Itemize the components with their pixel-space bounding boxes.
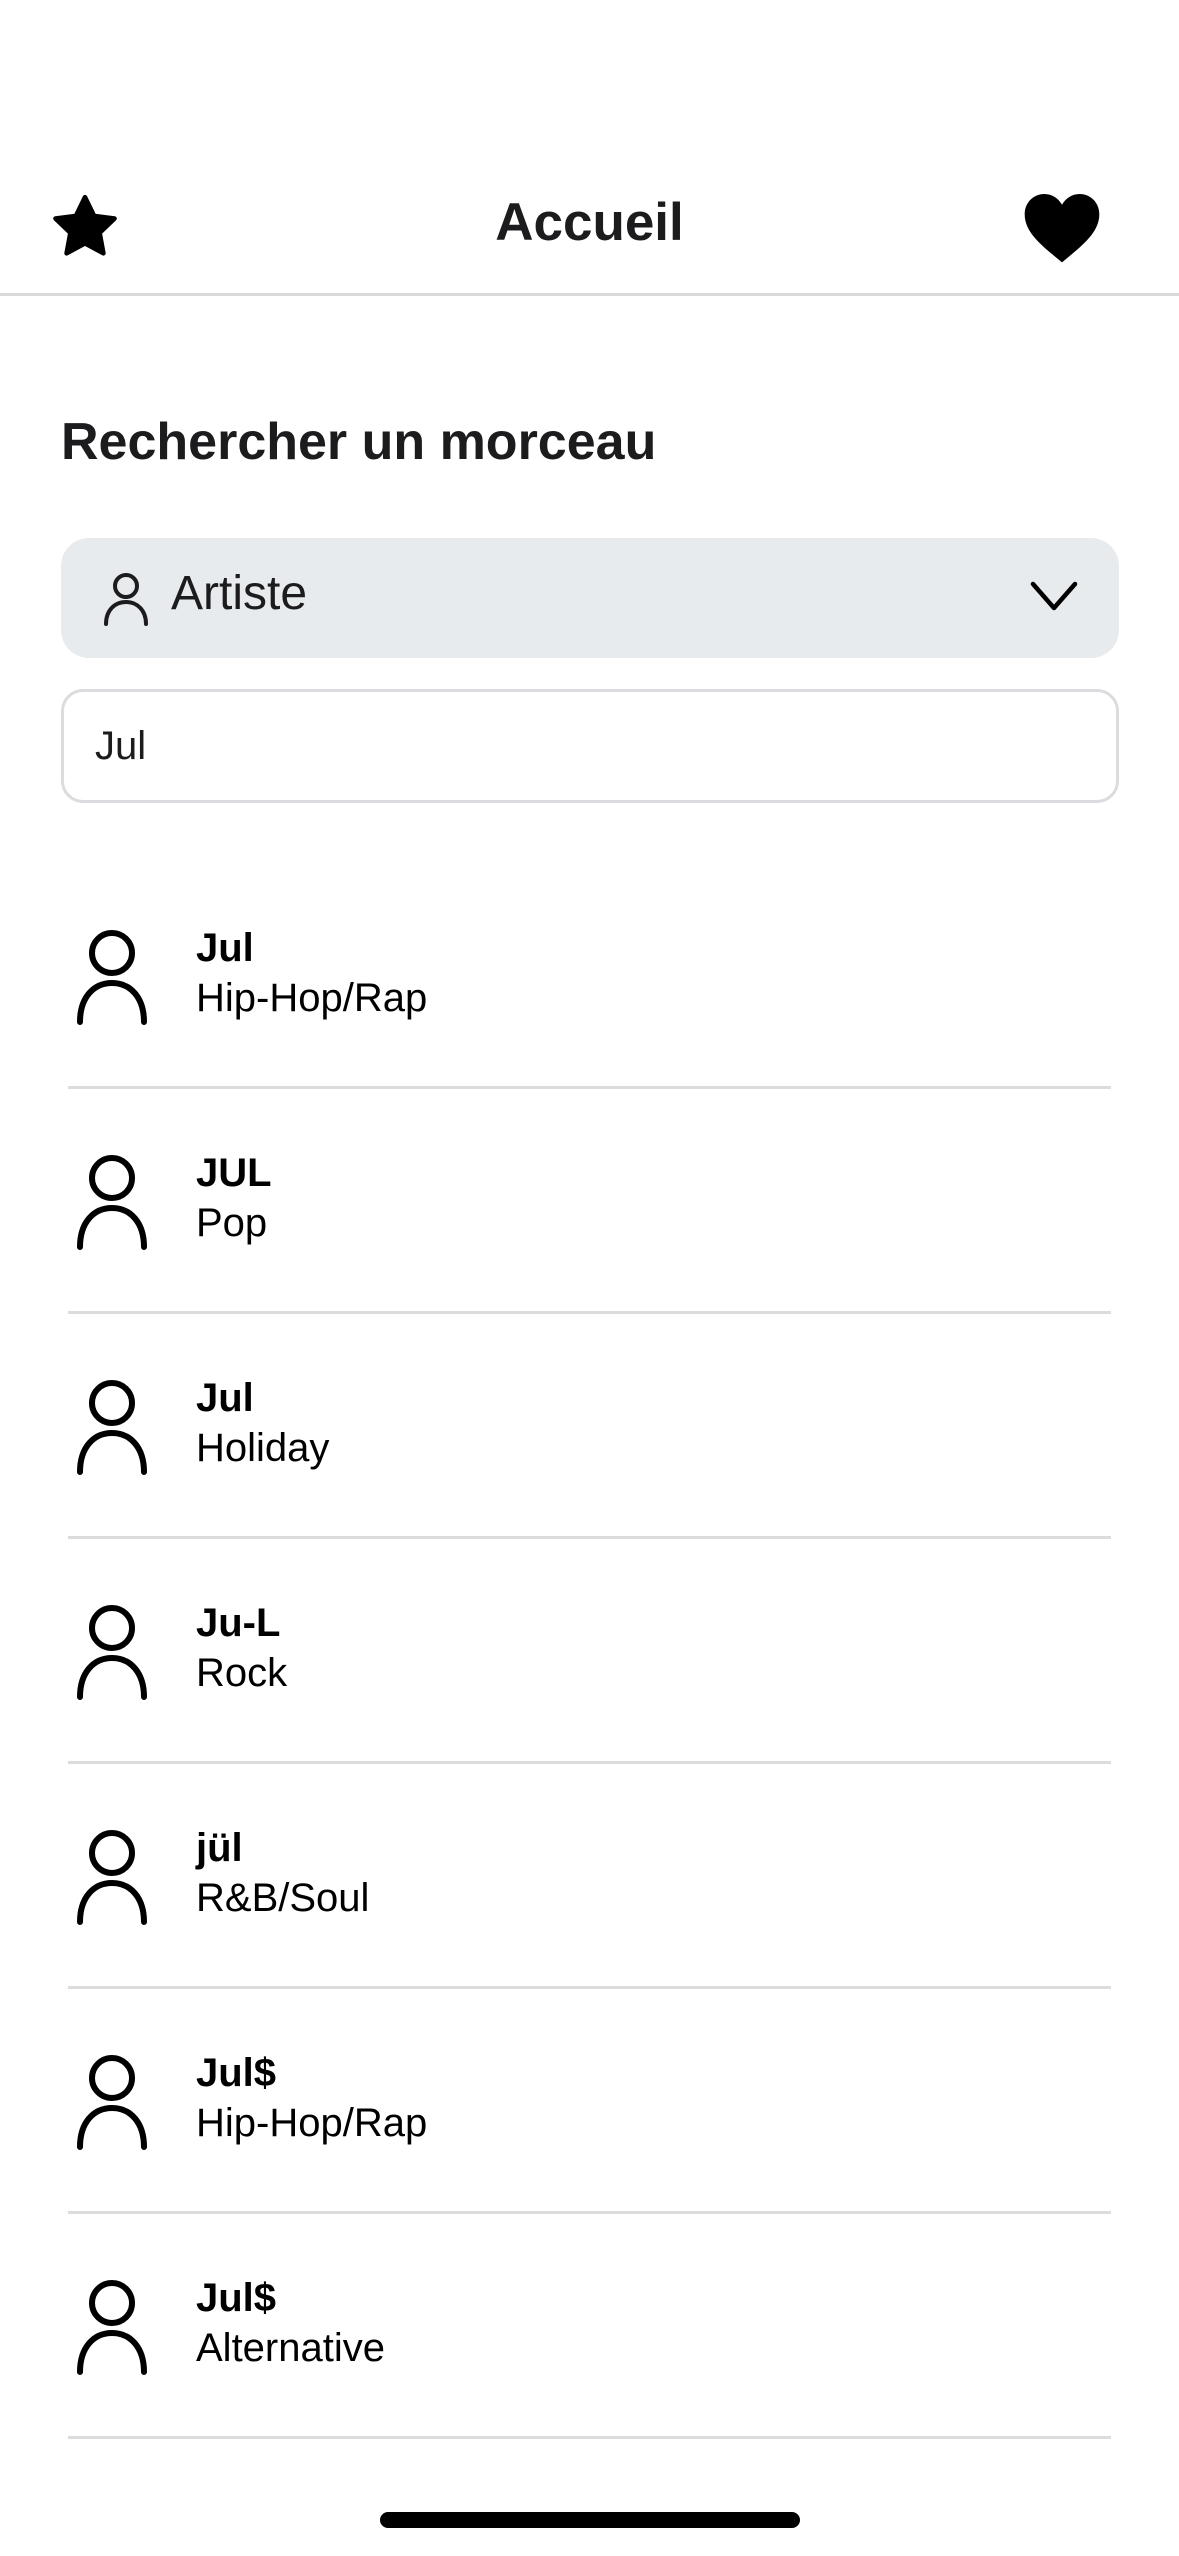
person-icon	[77, 2280, 147, 2375]
person-icon	[77, 930, 147, 1025]
person-icon	[77, 1605, 147, 1700]
artist-genre: Hip-Hop/Rap	[196, 976, 428, 1020]
person-icon	[77, 1830, 147, 1925]
artist-name: JUL	[196, 1151, 272, 1195]
list-item[interactable]: JUL Pop	[0, 1088, 1179, 1314]
list-item[interactable]: Ju-L Rock	[0, 1538, 1179, 1764]
chevron-down-icon	[1030, 581, 1078, 611]
page-title: Accueil	[495, 193, 684, 252]
artist-genre: Alternative	[196, 2326, 385, 2370]
picker-selected-value: Artiste	[171, 567, 308, 620]
section-title: Rechercher un morceau	[61, 413, 657, 471]
person-icon	[77, 1155, 147, 1250]
list-item[interactable]: Jul Holiday	[0, 1313, 1179, 1539]
artist-name: Jul	[196, 1376, 254, 1420]
artist-genre: Holiday	[196, 1426, 330, 1470]
artist-genre: R&B/Soul	[196, 1876, 370, 1920]
list-item[interactable]: jül R&B/Soul	[0, 1763, 1179, 1989]
person-icon	[104, 573, 148, 626]
list-item[interactable]: Jul$ Hip-Hop/Rap	[0, 1988, 1179, 2214]
list-item[interactable]: Jul Hip-Hop/Rap	[0, 863, 1179, 1089]
artist-name: Jul	[196, 926, 254, 970]
search-input[interactable]	[61, 689, 1119, 803]
artist-genre: Pop	[196, 1201, 268, 1245]
artist-name: Jul$	[196, 2051, 277, 2095]
home-indicator[interactable]	[380, 2512, 800, 2528]
artist-name: jül	[196, 1826, 243, 1870]
results-list: Jul Hip-Hop/Rap JUL Pop Jul Holiday Ju-L Rock jü…	[0, 863, 1179, 2439]
artist-name: Jul$	[196, 2276, 277, 2320]
person-icon	[77, 1380, 147, 1475]
list-item[interactable]: Jul$ Alternative	[0, 2213, 1179, 2439]
nav-bar: Accueil	[0, 150, 1179, 296]
artist-name: Ju-L	[196, 1601, 281, 1645]
status-bar	[0, 0, 1179, 150]
search-type-picker[interactable]: Artiste	[61, 538, 1119, 658]
artist-genre: Hip-Hop/Rap	[196, 2101, 428, 2145]
heart-icon[interactable]	[1022, 192, 1102, 264]
row-divider	[68, 2436, 1111, 2439]
artist-genre: Rock	[196, 1651, 288, 1695]
person-icon	[77, 2055, 147, 2150]
